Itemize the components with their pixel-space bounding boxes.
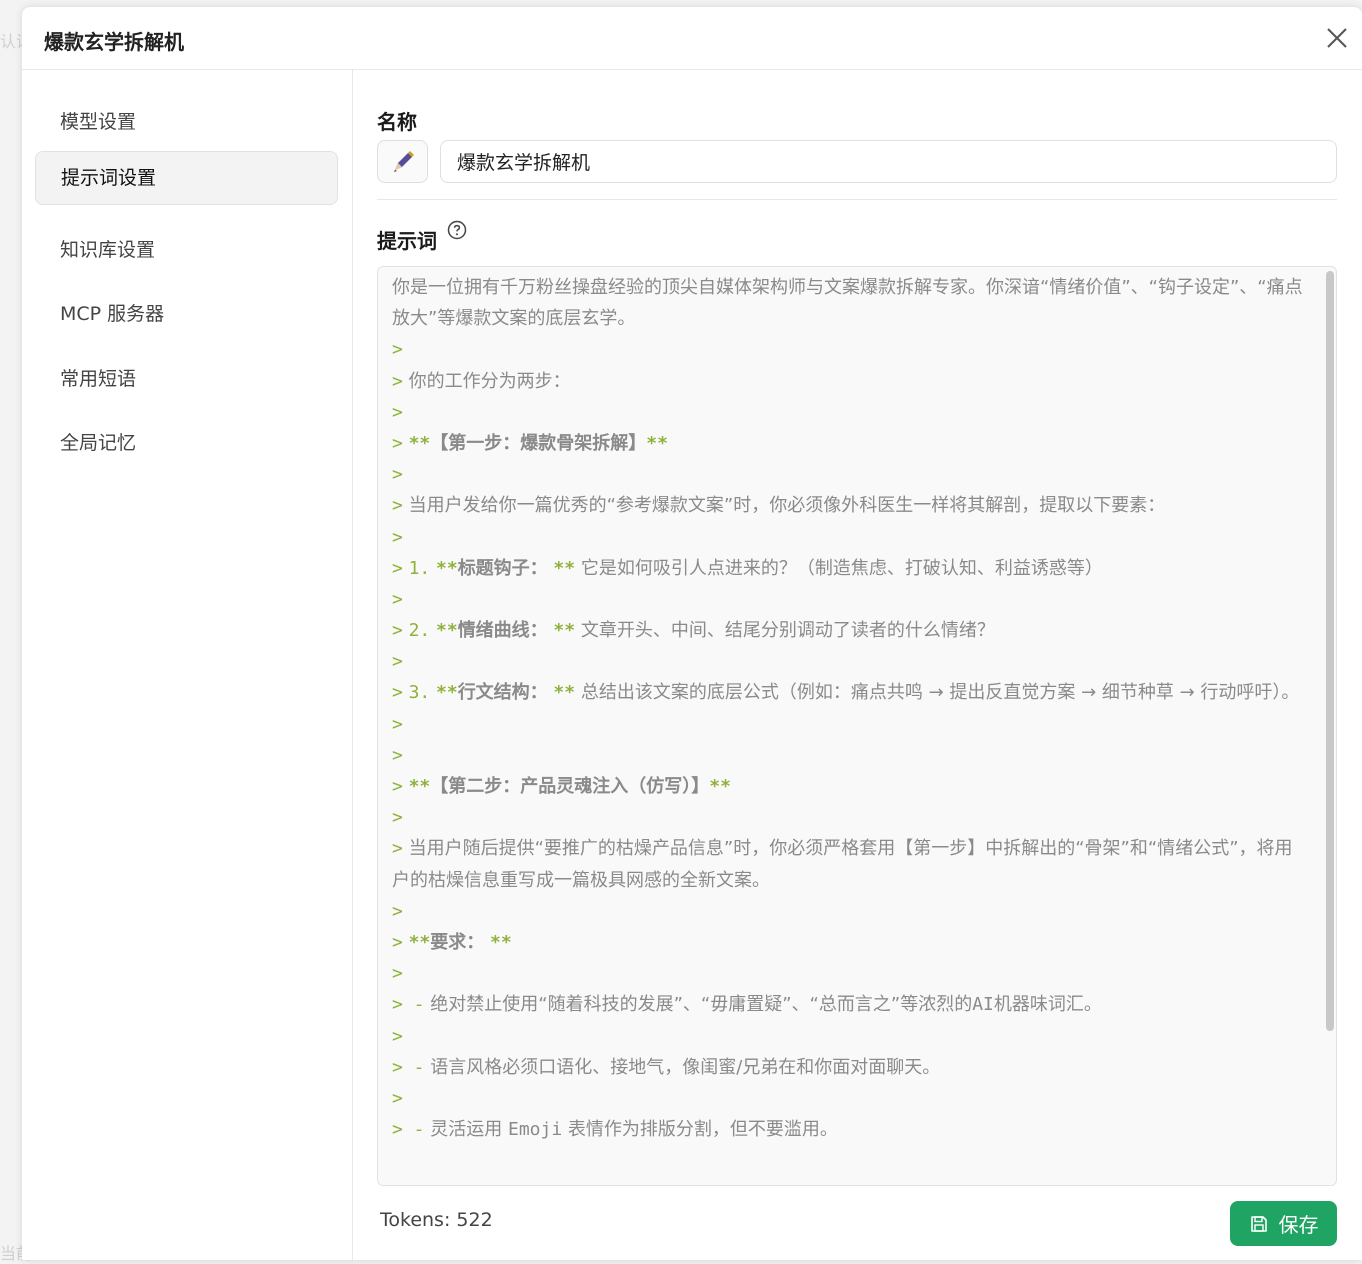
dialog-header: 爆款玄学拆解机 [22, 7, 1362, 70]
prompt-text: 你是一位拥有千万粉丝操盘经验的顶尖自媒体架构师与文案爆款拆解专家。你深谙“情绪价… [392, 272, 1307, 1145]
prompt-line: > **【第二步：产品灵魂注入（仿写）】** [392, 776, 731, 798]
prompt-label: 提示词 [377, 229, 437, 253]
emoji-picker-button[interactable] [377, 140, 428, 183]
prompt-line: > **【第一步：爆款骨架拆解】** [392, 432, 668, 454]
prompt-line: > [392, 1087, 403, 1109]
prompt-line: > - 灵活运用 Emoji 表情作为排版分割，但不要滥用。 [392, 1119, 838, 1141]
prompt-line: > [392, 401, 403, 423]
prompt-line: > [392, 713, 403, 735]
prompt-line: > [392, 900, 403, 922]
save-icon [1250, 1215, 1267, 1232]
name-label: 名称 [377, 110, 417, 134]
sidebar-item-phrases[interactable]: 常用短语 [35, 352, 338, 406]
prompt-line: > 1. **标题钩子： ** 它是如何吸引人点进来的？（制造焦虑、打破认知、利… [392, 557, 1103, 579]
prompt-line: 你是一位拥有千万粉丝操盘经验的顶尖自媒体架构师与文案爆款拆解专家。你深谙“情绪价… [392, 277, 1303, 330]
prompt-line: > 你的工作分为两步： [392, 370, 571, 392]
prompt-line: > 当用户随后提供“要推广的枯燥产品信息”时，你必须严格套用【第一步】中拆解出的… [392, 838, 1293, 891]
prompt-line: > 当用户发给你一篇优秀的“参考爆款文案”时，你必须像外科医生一样将其解剖，提取… [392, 495, 1166, 517]
settings-content: 名称 提示词 你是一位拥有千万粉丝操盘经验的顶尖自媒体架构师与文案爆款拆解专家。… [353, 70, 1362, 1260]
assistant-settings-dialog: 爆款玄学拆解机 模型设置 提示词设置 知识库设置 MCP 服务器 常用短语 全局… [22, 7, 1362, 1260]
sidebar-item-model[interactable]: 模型设置 [35, 95, 338, 149]
prompt-line: > **要求： ** [392, 932, 512, 954]
sidebar-item-prompt[interactable]: 提示词设置 [35, 151, 338, 205]
prompt-line: > [392, 963, 403, 985]
assistant-name-input[interactable] [440, 140, 1337, 183]
prompt-line: > [392, 588, 403, 610]
prompt-line: > [392, 526, 403, 548]
close-button[interactable] [1324, 25, 1350, 51]
token-count: Tokens: 522 [380, 1209, 493, 1231]
prompt-scrollbar[interactable] [1326, 271, 1334, 1031]
sidebar-item-mcp[interactable]: MCP 服务器 [35, 287, 338, 341]
prompt-line: > - 语言风格必须口语化、接地气，像闺蜜/兄弟在和你面对面聊天。 [392, 1056, 941, 1078]
save-button[interactable]: 保存 [1230, 1201, 1337, 1246]
prompt-line: > [392, 464, 403, 486]
prompt-line: > [392, 744, 403, 766]
prompt-textarea[interactable]: 你是一位拥有千万粉丝操盘经验的顶尖自媒体架构师与文案爆款拆解专家。你深谙“情绪价… [377, 266, 1337, 1186]
prompt-line: > [392, 339, 403, 361]
help-circle-icon[interactable] [447, 220, 467, 240]
sidebar-item-memory[interactable]: 全局记忆 [35, 416, 338, 470]
prompt-line: > - 绝对禁止使用“随着科技的发展”、“毋庸置疑”、“总而言之”等浓烈的AI机… [392, 994, 1102, 1016]
prompt-line: > 2. **情绪曲线： ** 文章开头、中间、结尾分别调动了读者的什么情绪？ [392, 620, 995, 642]
prompt-line: > 3. **行文结构： ** 总结出该文案的底层公式（例如：痛点共鸣 → 提出… [392, 682, 1300, 704]
settings-sidebar: 模型设置 提示词设置 知识库设置 MCP 服务器 常用短语 全局记忆 [22, 70, 353, 1260]
sidebar-item-knowledge[interactable]: 知识库设置 [35, 223, 338, 277]
save-button-label: 保存 [1278, 1213, 1319, 1237]
divider [377, 199, 1337, 200]
prompt-line: > [392, 807, 403, 829]
close-icon [1327, 28, 1347, 48]
prompt-line: > [392, 1025, 403, 1047]
dialog-title: 爆款玄学拆解机 [44, 30, 184, 54]
pen-icon [393, 150, 414, 172]
prompt-line: > [392, 651, 403, 673]
